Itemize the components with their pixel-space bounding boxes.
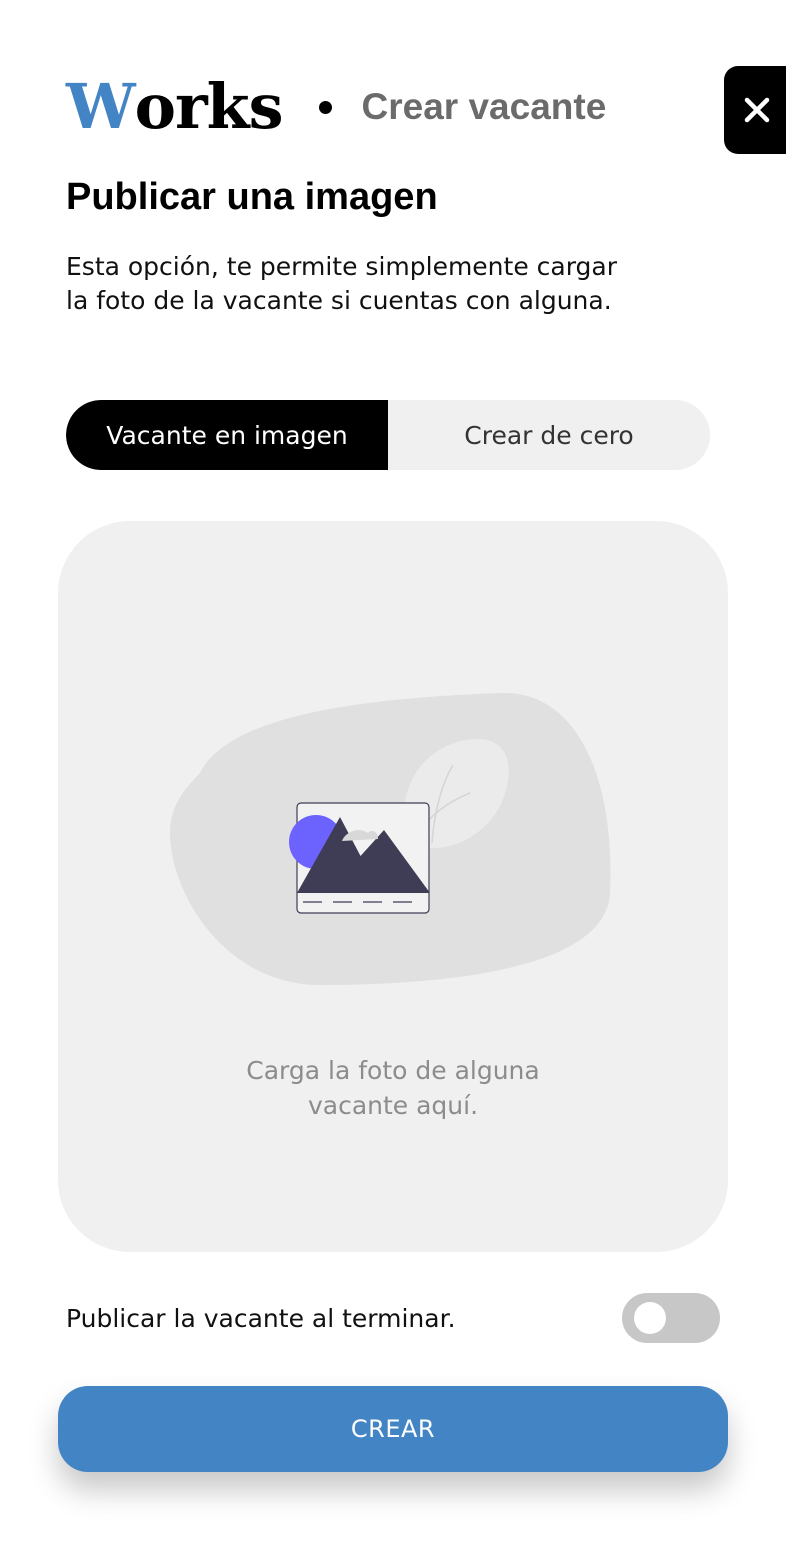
separator-dot xyxy=(318,100,332,114)
toggle-knob xyxy=(634,1302,666,1334)
mode-tabs: Vacante en imagen Crear de cero xyxy=(66,400,710,470)
page-title: Publicar una imagen xyxy=(66,176,438,218)
close-icon xyxy=(744,97,770,123)
upload-hint-line1: Carga la foto de alguna xyxy=(246,1056,540,1085)
publish-toggle[interactable] xyxy=(622,1293,720,1343)
upload-hint: Carga la foto de alguna vacante aquí. xyxy=(58,1053,728,1123)
works-logo: Works xyxy=(66,70,284,143)
logo-text: orks xyxy=(134,70,284,143)
image-placeholder-icon xyxy=(170,693,611,985)
publish-setting-row: Publicar la vacante al terminar. xyxy=(66,1292,720,1344)
upload-hint-line2: vacante aquí. xyxy=(307,1091,479,1120)
create-button[interactable]: CREAR xyxy=(58,1386,728,1472)
image-upload-area[interactable]: Carga la foto de alguna vacante aquí. xyxy=(58,521,728,1252)
publish-label: Publicar la vacante al terminar. xyxy=(66,1303,456,1333)
tab-vacante-en-imagen[interactable]: Vacante en imagen xyxy=(66,400,388,470)
close-button[interactable] xyxy=(724,66,786,154)
app-header: Works Crear vacante xyxy=(66,72,606,142)
tab-crear-de-cero[interactable]: Crear de cero xyxy=(388,400,710,470)
page-description: Esta opción, te permite simplemente carg… xyxy=(66,252,618,315)
logo-letter-w: W xyxy=(66,70,136,143)
section-title: Crear vacante xyxy=(361,86,607,127)
